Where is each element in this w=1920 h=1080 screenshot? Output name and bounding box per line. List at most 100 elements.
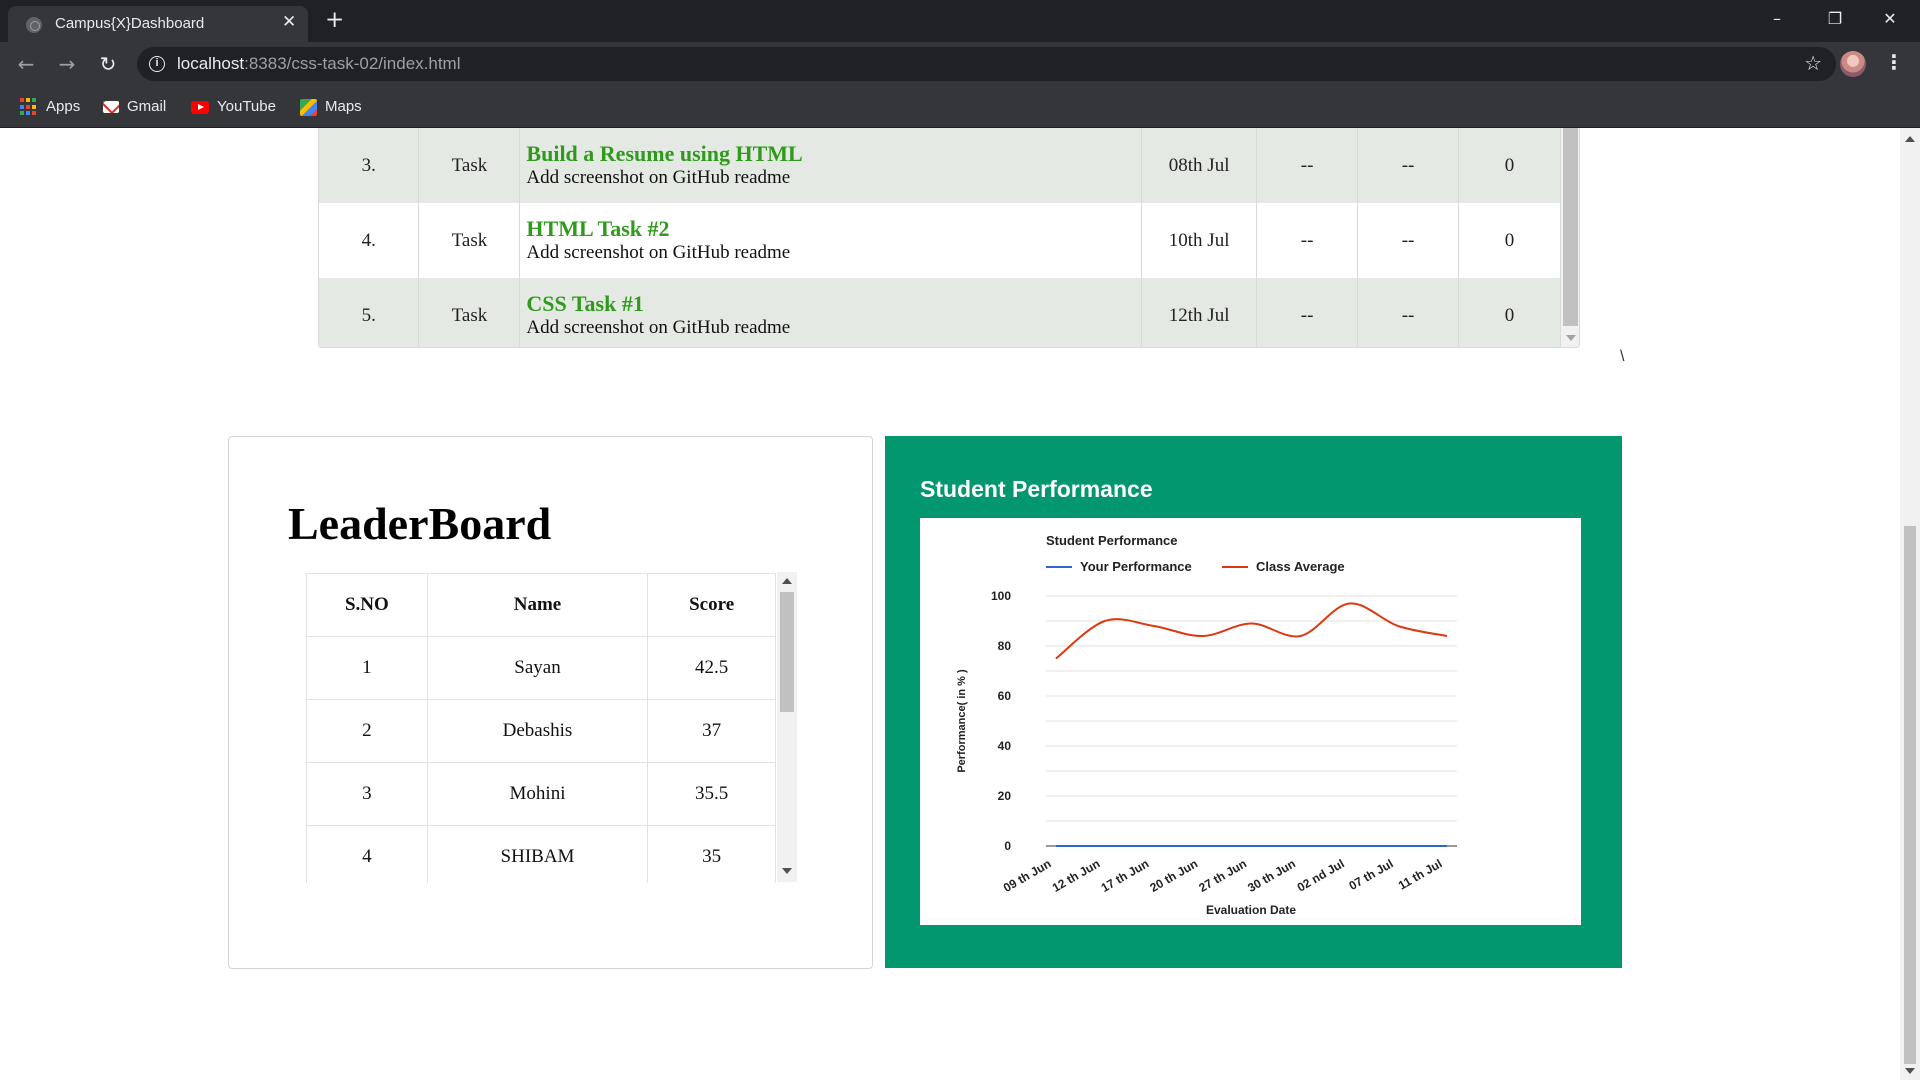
leaderboard-score: 35.5 — [647, 762, 776, 826]
x-tick-label: 12 th Jun — [1050, 856, 1103, 894]
tab-title: Campus{X}Dashboard — [55, 15, 205, 32]
task-title-link[interactable]: HTML Task #2 — [526, 216, 1141, 241]
x-tick-label: 07 th Jul — [1346, 856, 1395, 892]
task-date: 12th Jul — [1141, 278, 1258, 347]
task-table-container: 3. Task Build a Resume using HTML Add sc… — [318, 128, 1580, 348]
close-window-button[interactable]: ✕ — [1867, 6, 1913, 34]
address-bar[interactable]: i localhost:8383/css-task-02/index.html … — [137, 47, 1836, 81]
student-performance-card: Student Performance 0 20 40 60 80 100 09 th Ju… — [885, 436, 1622, 968]
leaderboard-table: S.NO Name Score 1 Sayan 42.5 2 Debashis … — [306, 573, 776, 883]
column-header-sno: S.NO — [306, 573, 428, 637]
performance-card-title: Student Performance — [920, 476, 1153, 502]
leaderboard-sno: 3 — [306, 762, 428, 826]
restore-button[interactable]: ❐ — [1812, 6, 1858, 34]
star-icon[interactable]: ☆ — [1804, 51, 1822, 75]
youtube-icon — [191, 100, 209, 114]
x-tick-label: 02 nd Jul — [1295, 856, 1347, 894]
task-row: 3. Task Build a Resume using HTML Add sc… — [319, 128, 1561, 203]
minimize-button[interactable]: – — [1754, 6, 1800, 34]
x-axis-title: Evaluation Date — [1206, 903, 1296, 917]
page-scroll-thumb[interactable] — [1904, 526, 1916, 1064]
leaderboard-sno: 1 — [306, 636, 428, 700]
task-title-link[interactable]: CSS Task #1 — [526, 291, 1141, 316]
y-tick-label: 60 — [998, 689, 1012, 703]
leaderboard-scroll-thumb[interactable] — [780, 592, 794, 712]
performance-chart: 0 20 40 60 80 100 09 th Jun 12 th Jun 17 th Jun 2… — [920, 518, 1581, 925]
chart-title: Student Performance — [1046, 533, 1177, 548]
task-col-2: -- — [1357, 128, 1460, 203]
task-row: 5. Task CSS Task #1 Add screenshot on Gi… — [319, 278, 1561, 347]
leaderboard-name: SHIBAM — [426, 825, 649, 883]
task-col-2: -- — [1357, 278, 1460, 347]
leaderboard-row: 3 Mohini 35.5 — [306, 762, 776, 826]
apps-grid-icon — [20, 98, 38, 116]
task-number: 3. — [319, 128, 420, 203]
page-scrollbar[interactable] — [1900, 128, 1920, 1080]
task-subtitle: Add screenshot on GitHub readme — [526, 317, 791, 338]
task-table-scroll-thumb[interactable] — [1563, 128, 1578, 326]
close-tab-icon[interactable]: ✕ — [282, 12, 296, 32]
scroll-down-arrow-icon[interactable] — [782, 868, 792, 874]
x-tick-label: 09 th Jun — [1001, 856, 1054, 894]
kebab-menu-icon[interactable]: ⋮ — [1884, 50, 1904, 74]
leaderboard-sno: 4 — [306, 825, 428, 883]
leaderboard-scrollbar[interactable] — [777, 572, 797, 882]
task-title-cell: HTML Task #2 Add screenshot on GitHub re… — [519, 203, 1143, 278]
leaderboard-score: 42.5 — [647, 636, 776, 700]
task-col-1: -- — [1256, 203, 1359, 278]
leaderboard-name: Sayan — [426, 636, 649, 700]
x-tick-label: 17 th Jun — [1099, 856, 1152, 894]
leaderboard-row: 4 SHIBAM 35 — [306, 825, 776, 883]
task-subtitle: Add screenshot on GitHub readme — [526, 167, 791, 188]
leaderboard-name: Mohini — [426, 762, 649, 826]
gmail-icon — [103, 101, 119, 114]
globe-icon — [26, 17, 42, 33]
task-date: 08th Jul — [1141, 128, 1258, 203]
scroll-down-arrow-icon[interactable] — [1905, 1068, 1915, 1074]
bookmark-maps[interactable]: Maps — [300, 96, 362, 118]
scroll-down-arrow-icon[interactable] — [1566, 335, 1576, 341]
bookmark-youtube[interactable]: YouTube — [191, 96, 276, 118]
x-tick-label: 27 th Jun — [1196, 856, 1249, 894]
task-title-cell: CSS Task #1 Add screenshot on GitHub rea… — [519, 278, 1143, 347]
bookmark-gmail[interactable]: Gmail — [103, 96, 166, 118]
profile-avatar[interactable] — [1840, 51, 1866, 77]
task-table-scrollbar[interactable] — [1561, 128, 1579, 347]
scroll-up-arrow-icon[interactable] — [782, 578, 792, 584]
back-arrow-icon[interactable]: ← — [12, 50, 40, 78]
task-col-2: -- — [1357, 203, 1460, 278]
task-title-link[interactable]: Build a Resume using HTML — [526, 141, 1141, 166]
y-tick-label: 40 — [998, 739, 1012, 753]
task-title-cell: Build a Resume using HTML Add screenshot… — [519, 128, 1143, 203]
y-tick-label: 0 — [1004, 839, 1011, 853]
task-row: 4. Task HTML Task #2 Add screenshot on G… — [319, 203, 1561, 278]
leaderboard-sno: 2 — [306, 699, 428, 763]
x-tick-label: 30 th Jun — [1245, 856, 1298, 894]
task-table: 3. Task Build a Resume using HTML Add sc… — [319, 128, 1561, 347]
performance-chart-svg: 02040608010009 th Jun12 th Jun17 th Jun2… — [956, 533, 1457, 917]
y-axis-title: Performance( in % ) — [956, 669, 968, 773]
column-header-score: Score — [647, 573, 776, 637]
reload-icon[interactable]: ↻ — [94, 50, 122, 78]
task-type: Task — [418, 128, 521, 203]
y-tick-label: 100 — [991, 589, 1011, 603]
forward-arrow-icon[interactable]: → — [53, 50, 81, 78]
task-date: 10th Jul — [1141, 203, 1258, 278]
new-tab-button[interactable]: + — [325, 6, 344, 34]
task-score: 0 — [1458, 203, 1561, 278]
scroll-up-arrow-icon[interactable] — [1905, 136, 1915, 142]
leaderboard-header-row: S.NO Name Score — [306, 573, 776, 637]
y-tick-label: 80 — [998, 639, 1012, 653]
active-tab[interactable]: Campus{X}Dashboard ✕ — [8, 6, 308, 42]
maps-icon — [300, 98, 317, 116]
bookmark-apps[interactable]: Apps — [20, 96, 80, 118]
info-icon[interactable]: i — [149, 56, 165, 72]
leaderboard-row: 2 Debashis 37 — [306, 699, 776, 763]
url-text[interactable]: localhost:8383/css-task-02/index.html — [177, 54, 461, 74]
task-score: 0 — [1458, 278, 1561, 347]
legend-label: Your Performance — [1080, 559, 1192, 574]
leaderboard-table-wrapper: S.NO Name Score 1 Sayan 42.5 2 Debashis … — [306, 573, 807, 883]
leaderboard-row: 1 Sayan 42.5 — [306, 636, 776, 700]
x-tick-label: 11 th Jul — [1396, 856, 1445, 892]
leaderboard-score: 37 — [647, 699, 776, 763]
